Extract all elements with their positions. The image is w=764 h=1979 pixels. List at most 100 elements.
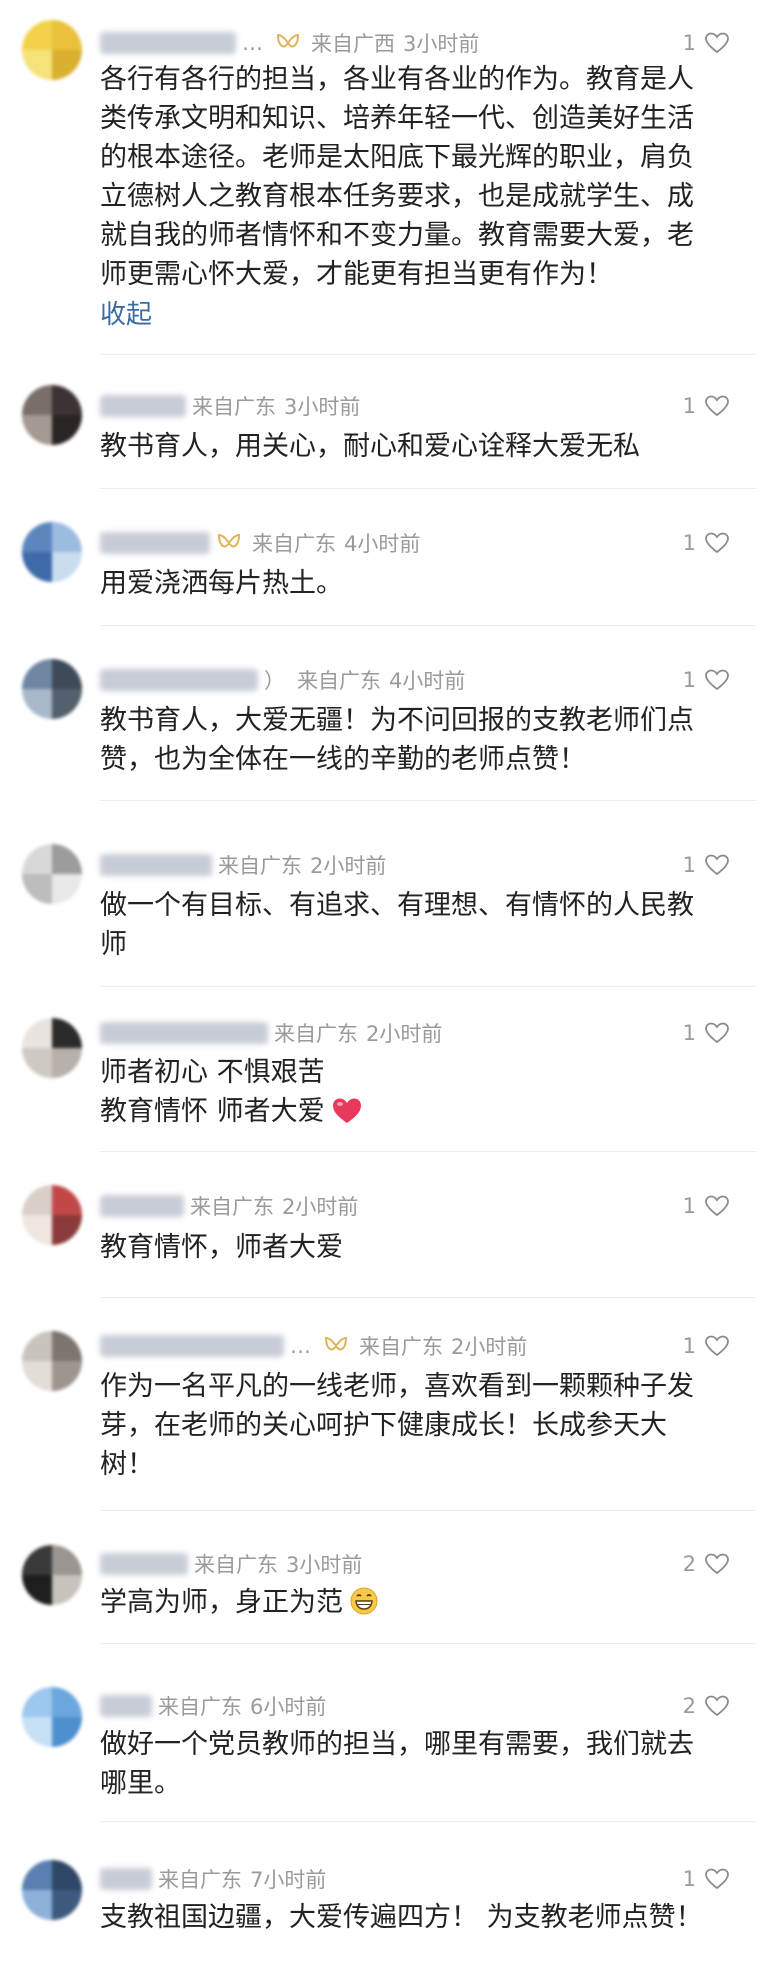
comment-line: 教育情怀，师者大爱 — [100, 1232, 343, 1263]
avatar[interactable] — [22, 659, 82, 719]
heart-outline-icon — [705, 1553, 729, 1575]
comment-item: 来自广东 6小时前 2 做好一个党员教师的担当，哪里有需要，我们就去 哪里。 — [0, 1687, 764, 1837]
fan-badge-icon — [324, 1336, 348, 1351]
like-button[interactable]: 1 — [683, 1191, 730, 1221]
comment-line: 用爱浇洒每片热土。 — [100, 568, 343, 599]
avatar[interactable] — [22, 385, 82, 445]
comment-text: 支教祖国边疆，大爱传遍四方！ 为支教老师点赞！ — [100, 1898, 734, 1937]
comment-location: 来自广东 — [158, 1695, 242, 1719]
comment-line: 就自我的师者情怀和不变力量。教育需要大爱，老 — [100, 220, 694, 251]
avatar-mosaic-tile — [22, 874, 52, 904]
comment-line: 做好一个党员教师的担当，哪里有需要，我们就去 — [100, 1729, 694, 1760]
comment-line: 赞，也为全体在一线的辛勤的老师点赞！ — [100, 744, 586, 775]
like-button[interactable]: 1 — [683, 850, 730, 880]
divider — [100, 625, 756, 626]
comment-line: 支教祖国边疆，大爱传遍四方！ 为支教老师点赞！ — [100, 1902, 703, 1933]
comment-item: 来自广东 2小时前 1 教育情怀，师者大爱 — [0, 1185, 764, 1298]
avatar-mosaic-tile — [52, 844, 82, 874]
comment-meta: 来自广东 3小时前 — [100, 1549, 362, 1579]
avatar-mosaic-tile — [52, 50, 82, 80]
like-count: 1 — [682, 1021, 696, 1045]
comment-line: 各行有各行的担当，各业有各业的作为。教育是人 — [100, 64, 694, 95]
comment-text: 各行有各行的担当，各业有各业的作为。教育是人 类传承文明和知识、培养年轻一代、创… — [100, 60, 734, 294]
comment-meta: 来自广东 6小时前 — [100, 1691, 326, 1721]
avatar-mosaic-tile — [22, 50, 52, 80]
like-button[interactable]: 1 — [683, 1018, 730, 1048]
username[interactable] — [100, 1695, 152, 1717]
avatar-mosaic-tile — [22, 1361, 52, 1391]
avatar[interactable] — [22, 1331, 82, 1391]
divider — [100, 986, 756, 987]
like-count: 1 — [682, 1867, 696, 1891]
comment-time: 7小时前 — [250, 1868, 327, 1892]
avatar-mosaic-tile — [22, 659, 52, 689]
avatar-mosaic-tile — [22, 1215, 52, 1245]
like-button[interactable]: 1 — [683, 665, 730, 695]
like-count: 1 — [682, 1194, 696, 1218]
comment-meta: 来自广东 2小时前 — [100, 1191, 358, 1221]
like-button[interactable]: 1 — [683, 528, 730, 558]
heart-outline-icon — [705, 532, 729, 554]
avatar[interactable] — [22, 1018, 82, 1078]
like-button[interactable]: 1 — [683, 391, 730, 421]
username[interactable] — [100, 1195, 184, 1217]
heart-outline-icon — [705, 854, 729, 876]
heart-outline-icon — [705, 669, 729, 691]
heart-outline-icon — [705, 1868, 729, 1890]
comment-location: 来自广东 — [194, 1553, 278, 1577]
comment-meta: ） 来自广东 4小时前 — [100, 665, 465, 695]
avatar[interactable] — [22, 844, 82, 904]
avatar-mosaic-tile — [22, 1575, 52, 1605]
avatar-mosaic-tile — [22, 1185, 52, 1215]
like-count: 1 — [682, 394, 696, 418]
comment-line: 哪里。 — [100, 1768, 181, 1799]
avatar-mosaic-tile — [52, 659, 82, 689]
username[interactable] — [100, 854, 212, 876]
avatar-mosaic-tile — [52, 1717, 82, 1747]
like-button[interactable]: 1 — [683, 28, 730, 58]
divider — [100, 800, 756, 801]
like-button[interactable]: 1 — [683, 1864, 730, 1894]
username[interactable] — [100, 532, 210, 554]
username[interactable] — [100, 1335, 284, 1357]
comment-time: 6小时前 — [250, 1695, 327, 1719]
comment-text: 师者初心 不惧艰苦 教育情怀 师者大爱 — [100, 1053, 734, 1131]
username[interactable] — [100, 1022, 268, 1044]
avatar-mosaic-tile — [22, 552, 52, 582]
comment-line: 教育情怀 师者大爱 — [100, 1092, 734, 1131]
avatar[interactable] — [22, 20, 82, 80]
username[interactable] — [100, 1553, 188, 1575]
username[interactable] — [100, 669, 258, 691]
like-count: 2 — [682, 1694, 696, 1718]
avatar-mosaic-tile — [52, 552, 82, 582]
comment-text: 教书育人，用关心，耐心和爱心诠释大爱无私 — [100, 427, 734, 466]
comment-line: 树！ — [100, 1449, 154, 1480]
username[interactable] — [100, 1868, 152, 1890]
comment-time: 3小时前 — [403, 32, 480, 56]
like-count: 1 — [682, 668, 696, 692]
avatar[interactable] — [22, 1185, 82, 1245]
username[interactable] — [100, 32, 236, 54]
avatar-mosaic-tile — [22, 844, 52, 874]
comment-location: 来自广东 — [274, 1022, 358, 1046]
comment-line-text: 学高为师，身正为范 — [100, 1587, 343, 1618]
comment-text: 教育情怀，师者大爱 — [100, 1228, 734, 1267]
username[interactable] — [100, 395, 186, 417]
like-button[interactable]: 2 — [683, 1549, 730, 1579]
comment-location: 来自广东 — [218, 854, 302, 878]
like-button[interactable]: 1 — [683, 1331, 730, 1361]
comment-item: … 来自广东 2小时前 1 作为一名平凡的一线老师，喜欢看到一颗颗种子发 芽，在… — [0, 1325, 764, 1515]
avatar[interactable] — [22, 522, 82, 582]
avatar[interactable] — [22, 1687, 82, 1747]
like-count: 1 — [682, 1334, 696, 1358]
avatar-mosaic-tile — [22, 1545, 52, 1575]
avatar-mosaic-tile — [22, 1018, 52, 1048]
collapse-link[interactable]: 收起 — [100, 294, 152, 331]
avatar[interactable] — [22, 1860, 82, 1920]
like-button[interactable]: 2 — [683, 1691, 730, 1721]
avatar-mosaic-tile — [52, 415, 82, 445]
avatar-mosaic-tile — [52, 1545, 82, 1575]
avatar[interactable] — [22, 1545, 82, 1605]
comment-item: ） 来自广东 4小时前 1 教书育人，大爱无疆！为不问回报的支教老师们点 赞，也… — [0, 647, 764, 801]
comment-line: 学高为师，身正为范 — [100, 1583, 734, 1622]
